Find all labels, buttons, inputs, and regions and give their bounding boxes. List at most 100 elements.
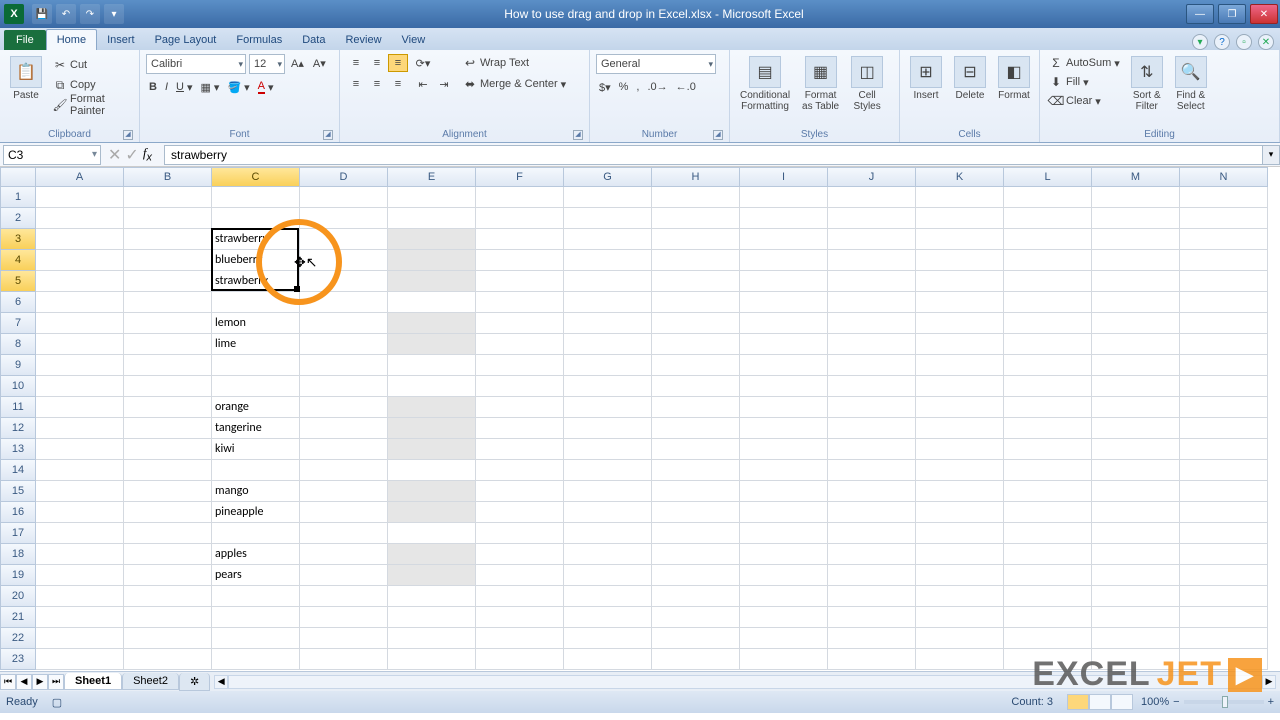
cell-I4[interactable] <box>740 250 828 271</box>
cell-K18[interactable] <box>916 544 1004 565</box>
cell-B11[interactable] <box>124 397 212 418</box>
cell-N22[interactable] <box>1180 628 1268 649</box>
cell-L14[interactable] <box>1004 460 1092 481</box>
bold-button[interactable]: B <box>146 78 160 96</box>
close-button[interactable]: ✕ <box>1250 4 1278 24</box>
cell-F6[interactable] <box>476 292 564 313</box>
cell-D22[interactable] <box>300 628 388 649</box>
cell-C23[interactable] <box>212 649 300 670</box>
cell-G7[interactable] <box>564 313 652 334</box>
cell-B17[interactable] <box>124 523 212 544</box>
cell-F2[interactable] <box>476 208 564 229</box>
align-left-button[interactable]: ≡ <box>346 75 366 93</box>
cell-M3[interactable] <box>1092 229 1180 250</box>
italic-button[interactable]: I <box>162 78 171 96</box>
window-restore-icon[interactable]: ▫ <box>1236 34 1252 50</box>
cell-G16[interactable] <box>564 502 652 523</box>
cell-M17[interactable] <box>1092 523 1180 544</box>
cell-I2[interactable] <box>740 208 828 229</box>
cell-H7[interactable] <box>652 313 740 334</box>
cell-I5[interactable] <box>740 271 828 292</box>
cell-F16[interactable] <box>476 502 564 523</box>
column-header-I[interactable]: I <box>740 167 828 187</box>
cell-A16[interactable] <box>36 502 124 523</box>
cell-E20[interactable] <box>388 586 476 607</box>
sheet-tab-sheet1[interactable]: Sheet1 <box>64 673 122 690</box>
column-header-N[interactable]: N <box>1180 167 1268 187</box>
cell-K21[interactable] <box>916 607 1004 628</box>
cell-H22[interactable] <box>652 628 740 649</box>
sort-filter-button[interactable]: ⇅Sort & Filter <box>1127 54 1167 114</box>
cell-C11[interactable]: orange <box>212 397 300 418</box>
align-top-button[interactable]: ≡ <box>346 54 366 72</box>
cell-N5[interactable] <box>1180 271 1268 292</box>
cell-H6[interactable] <box>652 292 740 313</box>
cell-H14[interactable] <box>652 460 740 481</box>
cell-N4[interactable] <box>1180 250 1268 271</box>
cell-L21[interactable] <box>1004 607 1092 628</box>
tab-view[interactable]: View <box>392 30 436 50</box>
cell-C4[interactable]: blueberry <box>212 250 300 271</box>
number-dialog-launcher[interactable]: ◢ <box>713 130 723 140</box>
cell-J7[interactable] <box>828 313 916 334</box>
cell-L18[interactable] <box>1004 544 1092 565</box>
cell-L9[interactable] <box>1004 355 1092 376</box>
cell-L16[interactable] <box>1004 502 1092 523</box>
format-as-table-button[interactable]: ▦Format as Table <box>798 54 843 114</box>
cell-M19[interactable] <box>1092 565 1180 586</box>
column-header-G[interactable]: G <box>564 167 652 187</box>
cell-D13[interactable] <box>300 439 388 460</box>
increase-indent-button[interactable]: ⇥ <box>434 75 454 93</box>
cell-D1[interactable] <box>300 187 388 208</box>
cell-A23[interactable] <box>36 649 124 670</box>
cell-F14[interactable] <box>476 460 564 481</box>
cell-H4[interactable] <box>652 250 740 271</box>
cell-E5[interactable] <box>388 271 476 292</box>
cell-M5[interactable] <box>1092 271 1180 292</box>
cell-F1[interactable] <box>476 187 564 208</box>
cell-G14[interactable] <box>564 460 652 481</box>
zoom-in-button[interactable]: + <box>1268 696 1274 708</box>
cell-L22[interactable] <box>1004 628 1092 649</box>
cell-K11[interactable] <box>916 397 1004 418</box>
cell-E21[interactable] <box>388 607 476 628</box>
cell-C17[interactable] <box>212 523 300 544</box>
row-header-21[interactable]: 21 <box>0 607 36 628</box>
cell-B16[interactable] <box>124 502 212 523</box>
cell-I16[interactable] <box>740 502 828 523</box>
cell-D3[interactable] <box>300 229 388 250</box>
name-box[interactable]: C3 <box>3 145 101 165</box>
cell-E16[interactable] <box>388 502 476 523</box>
new-sheet-button[interactable]: ✲ <box>179 673 210 691</box>
cell-F13[interactable] <box>476 439 564 460</box>
cell-E1[interactable] <box>388 187 476 208</box>
cell-L17[interactable] <box>1004 523 1092 544</box>
zoom-level[interactable]: 100% <box>1141 696 1169 708</box>
cell-M8[interactable] <box>1092 334 1180 355</box>
cell-D8[interactable] <box>300 334 388 355</box>
cell-F21[interactable] <box>476 607 564 628</box>
cell-I17[interactable] <box>740 523 828 544</box>
cell-K23[interactable] <box>916 649 1004 670</box>
cell-H10[interactable] <box>652 376 740 397</box>
zoom-out-button[interactable]: − <box>1173 696 1179 708</box>
window-close-icon[interactable]: ✕ <box>1258 34 1274 50</box>
accounting-format-button[interactable]: $▾ <box>596 78 614 96</box>
cell-J10[interactable] <box>828 376 916 397</box>
cell-C18[interactable]: apples <box>212 544 300 565</box>
tab-home[interactable]: Home <box>46 29 97 50</box>
cell-A8[interactable] <box>36 334 124 355</box>
font-name-combo[interactable]: Calibri <box>146 54 246 74</box>
shrink-font-button[interactable]: A▾ <box>310 54 329 72</box>
cell-B13[interactable] <box>124 439 212 460</box>
cell-K16[interactable] <box>916 502 1004 523</box>
cell-C15[interactable]: mango <box>212 481 300 502</box>
cell-K15[interactable] <box>916 481 1004 502</box>
cell-D19[interactable] <box>300 565 388 586</box>
hscroll-left[interactable]: ◀ <box>214 675 228 689</box>
cell-A15[interactable] <box>36 481 124 502</box>
cell-H21[interactable] <box>652 607 740 628</box>
cell-G10[interactable] <box>564 376 652 397</box>
cell-J2[interactable] <box>828 208 916 229</box>
cell-K13[interactable] <box>916 439 1004 460</box>
